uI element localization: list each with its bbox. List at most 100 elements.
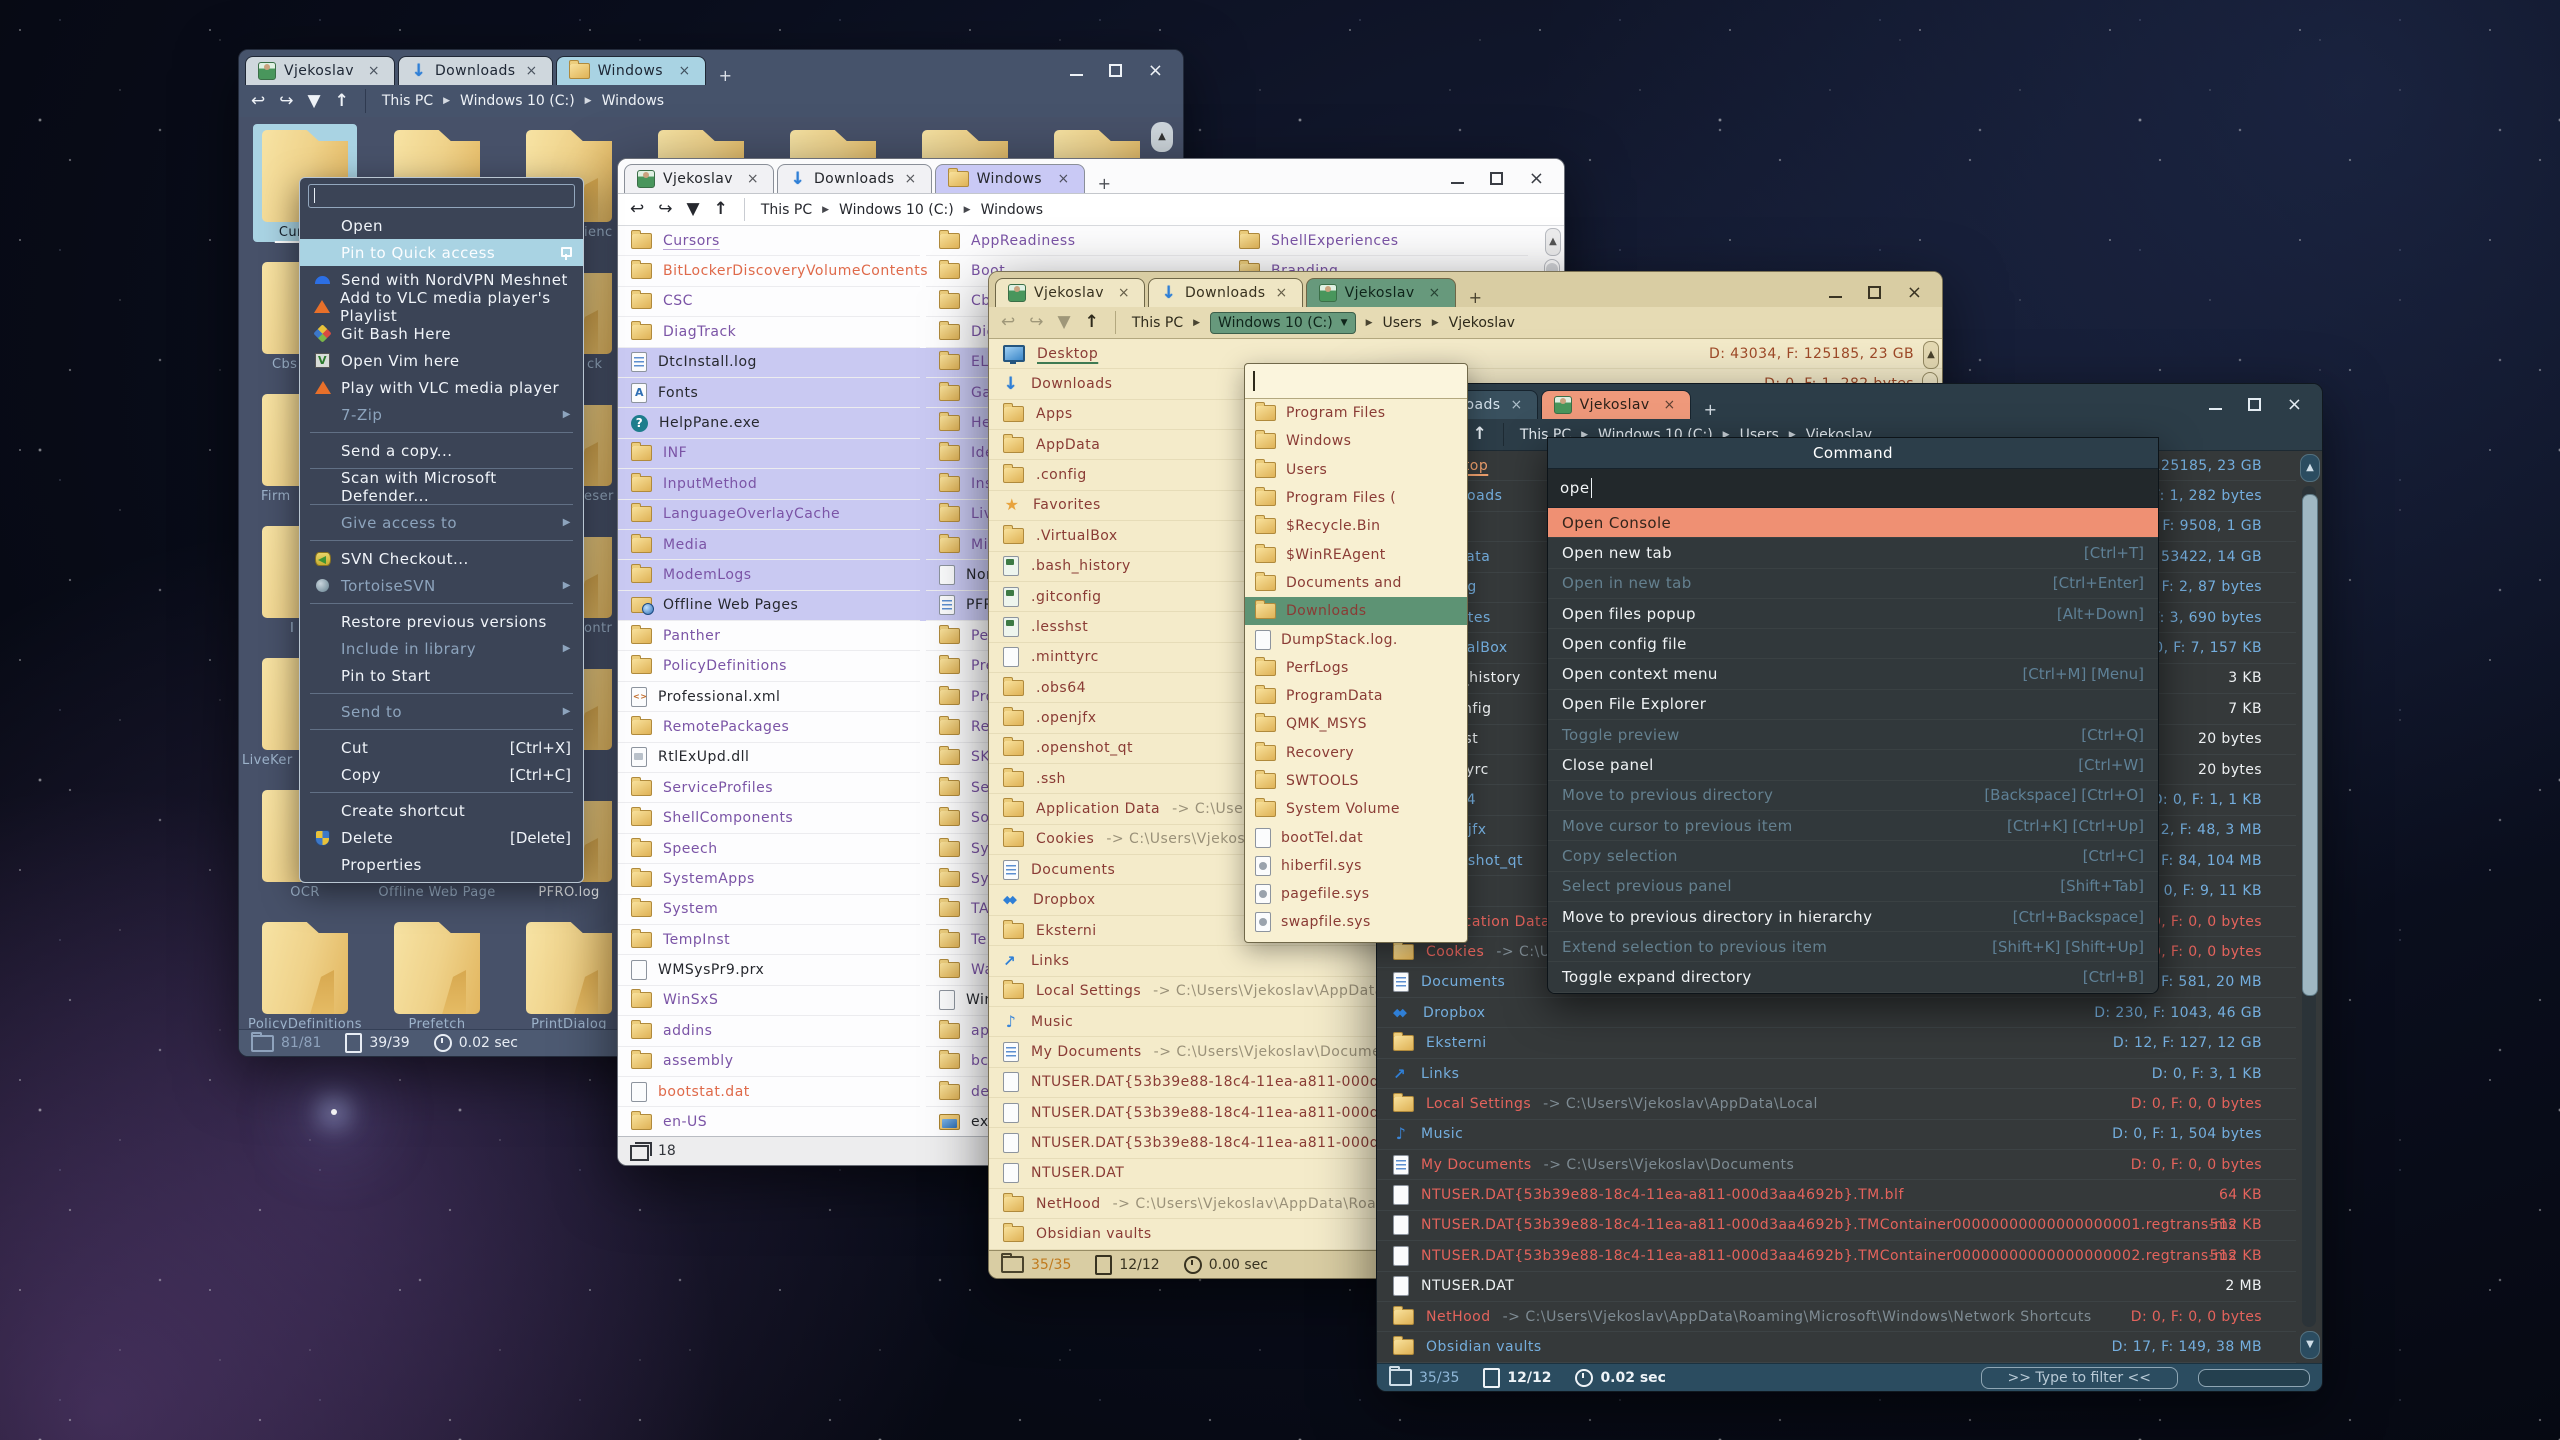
tab-close-icon[interactable]: × — [366, 63, 382, 79]
menu-item-send-a-copy-[interactable]: Send a copy... — [300, 437, 583, 464]
forward-button[interactable]: ↪ — [1029, 314, 1043, 331]
scroll-up-icon[interactable]: ▲ — [1151, 122, 1173, 152]
tab-close-icon[interactable]: × — [523, 63, 539, 79]
file-row[interactable]: System — [618, 895, 920, 925]
file-row[interactable]: Local Settings-> C:\Users\Vjekoslav\AppD… — [1377, 1089, 2296, 1119]
file-row[interactable]: Fonts — [618, 378, 920, 408]
file-row[interactable]: NTUSER.DAT{53b39e88-18c4-11ea-a811-000d3… — [1377, 1180, 2296, 1210]
back-button[interactable]: ↩ — [1001, 314, 1015, 331]
up-button[interactable]: ↑ — [335, 93, 349, 110]
tab-close-icon[interactable]: × — [1508, 397, 1524, 413]
menu-item-pin-to-start[interactable]: Pin to Start — [300, 662, 583, 689]
file-row[interactable]: ShellExperiences — [1226, 226, 1528, 256]
file-row[interactable]: Professional.xml — [618, 682, 920, 712]
minimize-button[interactable] — [1829, 286, 1842, 299]
command-item-open-file-explorer[interactable]: Open File Explorer — [1548, 690, 2158, 720]
command-item-toggle-expand-directory[interactable]: Toggle expand directory[Ctrl+B] — [1548, 962, 2158, 992]
maximize-button[interactable] — [1868, 286, 1881, 299]
command-palette-input[interactable]: ope — [1548, 469, 2158, 508]
file-row[interactable]: en-US — [618, 1107, 920, 1137]
dropdown-item[interactable]: Recovery — [1245, 739, 1467, 767]
menu-item-restore-previous-versions[interactable]: Restore previous versions — [300, 608, 583, 635]
file-row[interactable]: SystemApps — [618, 864, 920, 894]
file-row[interactable]: NTUSER.DAT{53b39e88-18c4-11ea-a811-000d3… — [1377, 1211, 2296, 1241]
file-row[interactable]: RemotePackages — [618, 712, 920, 742]
context-menu-filter-input[interactable] — [308, 184, 575, 208]
file-row[interactable]: ServiceProfiles — [618, 773, 920, 803]
menu-item-open[interactable]: Open — [300, 212, 583, 239]
file-row[interactable]: LanguageOverlayCache — [618, 500, 920, 530]
command-item-move-to-previous-directory[interactable]: Move to previous directory[Backspace] [C… — [1548, 781, 2158, 811]
dropdown-item[interactable]: hiberfil.sys — [1245, 852, 1467, 880]
menu-item-cut[interactable]: Cut[Ctrl+X] — [300, 734, 583, 761]
file-row[interactable]: My Documents-> C:\Users\Vjekoslav\Docume… — [1377, 1150, 2296, 1180]
file-row[interactable]: HelpPane.exe — [618, 408, 920, 438]
tab-vjekoslav[interactable]: Vjekoslav× — [624, 164, 774, 193]
tab-close-icon[interactable]: × — [1273, 285, 1289, 301]
command-item-extend-selection-to-previous-item[interactable]: Extend selection to previous item[Shift+… — [1548, 932, 2158, 962]
history-dropdown-button[interactable]: ▼ — [308, 93, 321, 110]
forward-button[interactable]: ↪ — [279, 93, 293, 110]
menu-item-add-to-vlc-media-player-s-playlist[interactable]: Add to VLC media player's Playlist — [300, 293, 583, 320]
type-to-filter-button[interactable]: >> Type to filter << — [1981, 1367, 2179, 1389]
menu-item-create-shortcut[interactable]: Create shortcut — [300, 797, 583, 824]
file-row[interactable]: Obsidian vaultsD: 17, F: 149, 38 MB — [1377, 1332, 2296, 1362]
dropdown-item[interactable]: SWTOOLS — [1245, 767, 1467, 795]
dropdown-item[interactable]: Program Files ( — [1245, 484, 1467, 512]
file-icon-cell[interactable] — [253, 916, 357, 1029]
minimize-button[interactable] — [2209, 398, 2222, 411]
file-row[interactable]: CSC — [618, 287, 920, 317]
scroll-up-icon[interactable]: ▲ — [2300, 454, 2320, 482]
command-item-open-console[interactable]: Open Console — [1548, 508, 2158, 538]
command-item-open-config-file[interactable]: Open config file — [1548, 629, 2158, 659]
command-item-open-context-menu[interactable]: Open context menu[Ctrl+M] [Menu] — [1548, 659, 2158, 689]
breadcrumb-segment-highlighted[interactable]: Windows 10 (C:)▼ — [1210, 312, 1356, 334]
command-item-move-cursor-to-previous-item[interactable]: Move cursor to previous item[Ctrl+K] [Ct… — [1548, 811, 2158, 841]
file-row[interactable]: DiagTrack — [618, 317, 920, 347]
file-row[interactable]: MusicD: 0, F: 1, 504 bytes — [1377, 1120, 2296, 1150]
command-item-copy-selection[interactable]: Copy selection[Ctrl+C] — [1548, 841, 2158, 871]
dropdown-item[interactable]: Downloads — [1245, 597, 1467, 625]
up-button[interactable]: ↑ — [714, 201, 728, 218]
minimize-button[interactable] — [1070, 64, 1083, 77]
command-item-open-files-popup[interactable]: Open files popup[Alt+Down] — [1548, 599, 2158, 629]
tab-close-icon[interactable]: × — [1426, 285, 1442, 301]
new-tab-button[interactable]: + — [1694, 400, 1727, 419]
breadcrumb-segment[interactable]: Windows — [602, 93, 665, 109]
dropdown-item[interactable]: Program Files — [1245, 399, 1467, 427]
menu-item-scan-with-microsoft-defender-[interactable]: Scan with Microsoft Defender... — [300, 473, 583, 500]
menu-item-7-zip[interactable]: 7-Zip▶ — [300, 401, 583, 428]
dropdown-item[interactable]: pagefile.sys — [1245, 880, 1467, 908]
tab-vjekoslav[interactable]: Vjekoslav× — [1306, 278, 1456, 307]
close-button[interactable]: × — [1148, 64, 1163, 77]
file-row[interactable]: ShellComponents — [618, 803, 920, 833]
file-row[interactable]: LinksD: 0, F: 3, 1 KB — [1377, 1059, 2296, 1089]
tab-windows[interactable]: Windows× — [556, 56, 706, 85]
status-filter-input[interactable] — [2198, 1369, 2310, 1387]
dropdown-item[interactable]: $WinREAgent — [1245, 540, 1467, 568]
breadcrumb-segment[interactable]: This PC — [1132, 315, 1183, 331]
new-tab-button[interactable]: + — [1459, 288, 1492, 307]
dropdown-item[interactable]: DumpStack.log. — [1245, 625, 1467, 653]
back-button[interactable]: ↩ — [251, 93, 265, 110]
dropdown-item[interactable]: QMK_MSYS — [1245, 710, 1467, 738]
dropdown-item[interactable]: PerfLogs — [1245, 654, 1467, 682]
file-row[interactable]: NTUSER.DAT2 MB — [1377, 1272, 2296, 1302]
breadcrumb-segment[interactable]: Windows 10 (C:) — [839, 202, 954, 218]
tab-downloads[interactable]: Downloads× — [777, 164, 932, 193]
breadcrumb-segment[interactable]: This PC — [761, 202, 812, 218]
file-icon-cell[interactable] — [517, 916, 621, 1029]
file-row[interactable]: InputMethod — [618, 469, 920, 499]
file-row[interactable]: WinSxS — [618, 986, 920, 1016]
dropdown-item[interactable]: Documents and — [1245, 569, 1467, 597]
file-row[interactable]: RtlExUpd.dll — [618, 743, 920, 773]
close-button[interactable]: × — [1529, 172, 1544, 185]
tab-downloads[interactable]: Downloads× — [398, 56, 553, 85]
close-button[interactable]: × — [2287, 398, 2302, 411]
new-tab-button[interactable]: + — [1088, 174, 1121, 193]
tab-close-icon[interactable]: × — [676, 63, 692, 79]
up-button[interactable]: ↑ — [1473, 426, 1487, 443]
tab-close-icon[interactable]: × — [902, 171, 918, 187]
maximize-button[interactable] — [1109, 64, 1122, 77]
file-row[interactable]: EksterniD: 12, F: 127, 12 GB — [1377, 1028, 2296, 1058]
